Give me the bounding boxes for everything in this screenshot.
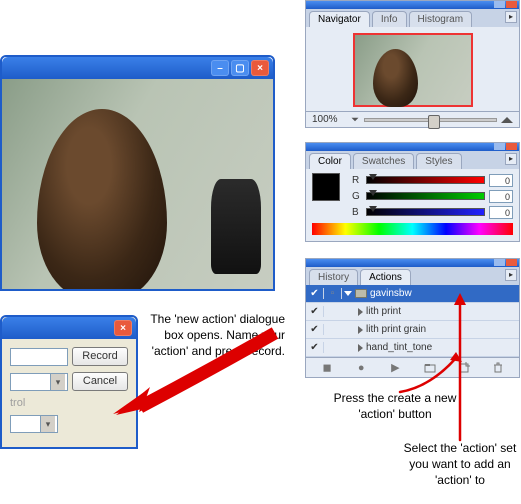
- collapse-icon[interactable]: [494, 259, 505, 266]
- color-spectrum[interactable]: [312, 223, 513, 235]
- trash-icon[interactable]: [490, 361, 506, 375]
- toggle-checkbox[interactable]: ✔: [306, 288, 324, 299]
- tab-histogram[interactable]: Histogram: [409, 11, 473, 27]
- disclosure-icon[interactable]: [344, 291, 352, 296]
- maximize-icon[interactable]: ▢: [231, 60, 249, 76]
- partial-label: trol: [10, 397, 25, 409]
- b-slider[interactable]: [366, 208, 485, 216]
- disclosure-icon[interactable]: [358, 344, 363, 352]
- action-name: lith print grain: [366, 324, 426, 335]
- tab-history[interactable]: History: [309, 269, 358, 285]
- action-name: lith print: [366, 306, 401, 317]
- color-panel: Color Swatches Styles ▸ R 0 G 0 B 0: [305, 142, 520, 242]
- close-icon[interactable]: [506, 259, 517, 266]
- r-value[interactable]: 0: [489, 174, 513, 187]
- navigator-thumbnail[interactable]: [353, 33, 473, 107]
- toggle-dialog-icon[interactable]: ▫: [324, 288, 342, 299]
- folder-icon: [355, 289, 367, 298]
- panel-menu-icon[interactable]: ▸: [505, 153, 517, 165]
- action-set-select[interactable]: [10, 373, 68, 391]
- tab-info[interactable]: Info: [372, 11, 407, 27]
- tab-styles[interactable]: Styles: [416, 153, 461, 169]
- disclosure-icon[interactable]: [358, 326, 363, 334]
- toggle-checkbox[interactable]: ✔: [306, 342, 324, 353]
- tab-navigator[interactable]: Navigator: [309, 11, 370, 27]
- stop-icon[interactable]: ◼: [319, 361, 335, 375]
- document-titlebar[interactable]: – ▢ ×: [2, 57, 273, 79]
- panel-header[interactable]: [306, 259, 519, 267]
- photo-image: [2, 79, 273, 289]
- record-icon[interactable]: ●: [353, 361, 369, 375]
- arrow-to-set: [442, 290, 482, 445]
- tab-color[interactable]: Color: [309, 153, 351, 169]
- function-key-select[interactable]: [10, 415, 58, 433]
- disclosure-icon[interactable]: [358, 308, 363, 316]
- action-row[interactable]: ✔ lith print grain: [306, 321, 519, 339]
- navigator-panel: Navigator Info Histogram ▸ 100%: [305, 0, 520, 128]
- collapse-icon[interactable]: [494, 143, 505, 150]
- panel-menu-icon[interactable]: ▸: [505, 11, 517, 23]
- zoom-slider[interactable]: [364, 118, 497, 122]
- r-slider[interactable]: [366, 176, 485, 184]
- zoom-value[interactable]: 100%: [312, 114, 346, 125]
- panel-menu-icon[interactable]: ▸: [505, 269, 517, 281]
- annotation-select-note: Select the 'action' set you want to add …: [400, 440, 520, 489]
- collapse-icon[interactable]: [494, 1, 505, 8]
- channel-g-label: G: [352, 191, 362, 202]
- action-row[interactable]: ✔ lith print: [306, 303, 519, 321]
- action-set-name: gavinsbw: [370, 288, 412, 299]
- action-set-row[interactable]: ✔ ▫ gavinsbw: [306, 285, 519, 303]
- foreground-swatch[interactable]: [312, 173, 340, 201]
- arrow-to-dialog: [110, 315, 288, 425]
- g-value[interactable]: 0: [489, 190, 513, 203]
- panel-header[interactable]: [306, 143, 519, 151]
- tab-swatches[interactable]: Swatches: [353, 153, 414, 169]
- document-canvas[interactable]: [2, 79, 273, 289]
- zoom-out-icon[interactable]: [352, 118, 359, 122]
- toggle-checkbox[interactable]: ✔: [306, 324, 324, 335]
- b-value[interactable]: 0: [489, 206, 513, 219]
- channel-b-label: B: [352, 207, 362, 218]
- channel-r-label: R: [352, 175, 362, 186]
- action-name-input[interactable]: [10, 348, 68, 366]
- close-icon[interactable]: [506, 1, 517, 8]
- panel-header[interactable]: [306, 1, 519, 9]
- zoom-in-icon[interactable]: [501, 117, 513, 123]
- close-icon[interactable]: [506, 143, 517, 150]
- minimize-icon[interactable]: –: [211, 60, 229, 76]
- g-slider[interactable]: [366, 192, 485, 200]
- close-icon[interactable]: ×: [251, 60, 269, 76]
- tab-actions[interactable]: Actions: [360, 269, 411, 285]
- document-window: – ▢ ×: [0, 55, 275, 291]
- toggle-checkbox[interactable]: ✔: [306, 306, 324, 317]
